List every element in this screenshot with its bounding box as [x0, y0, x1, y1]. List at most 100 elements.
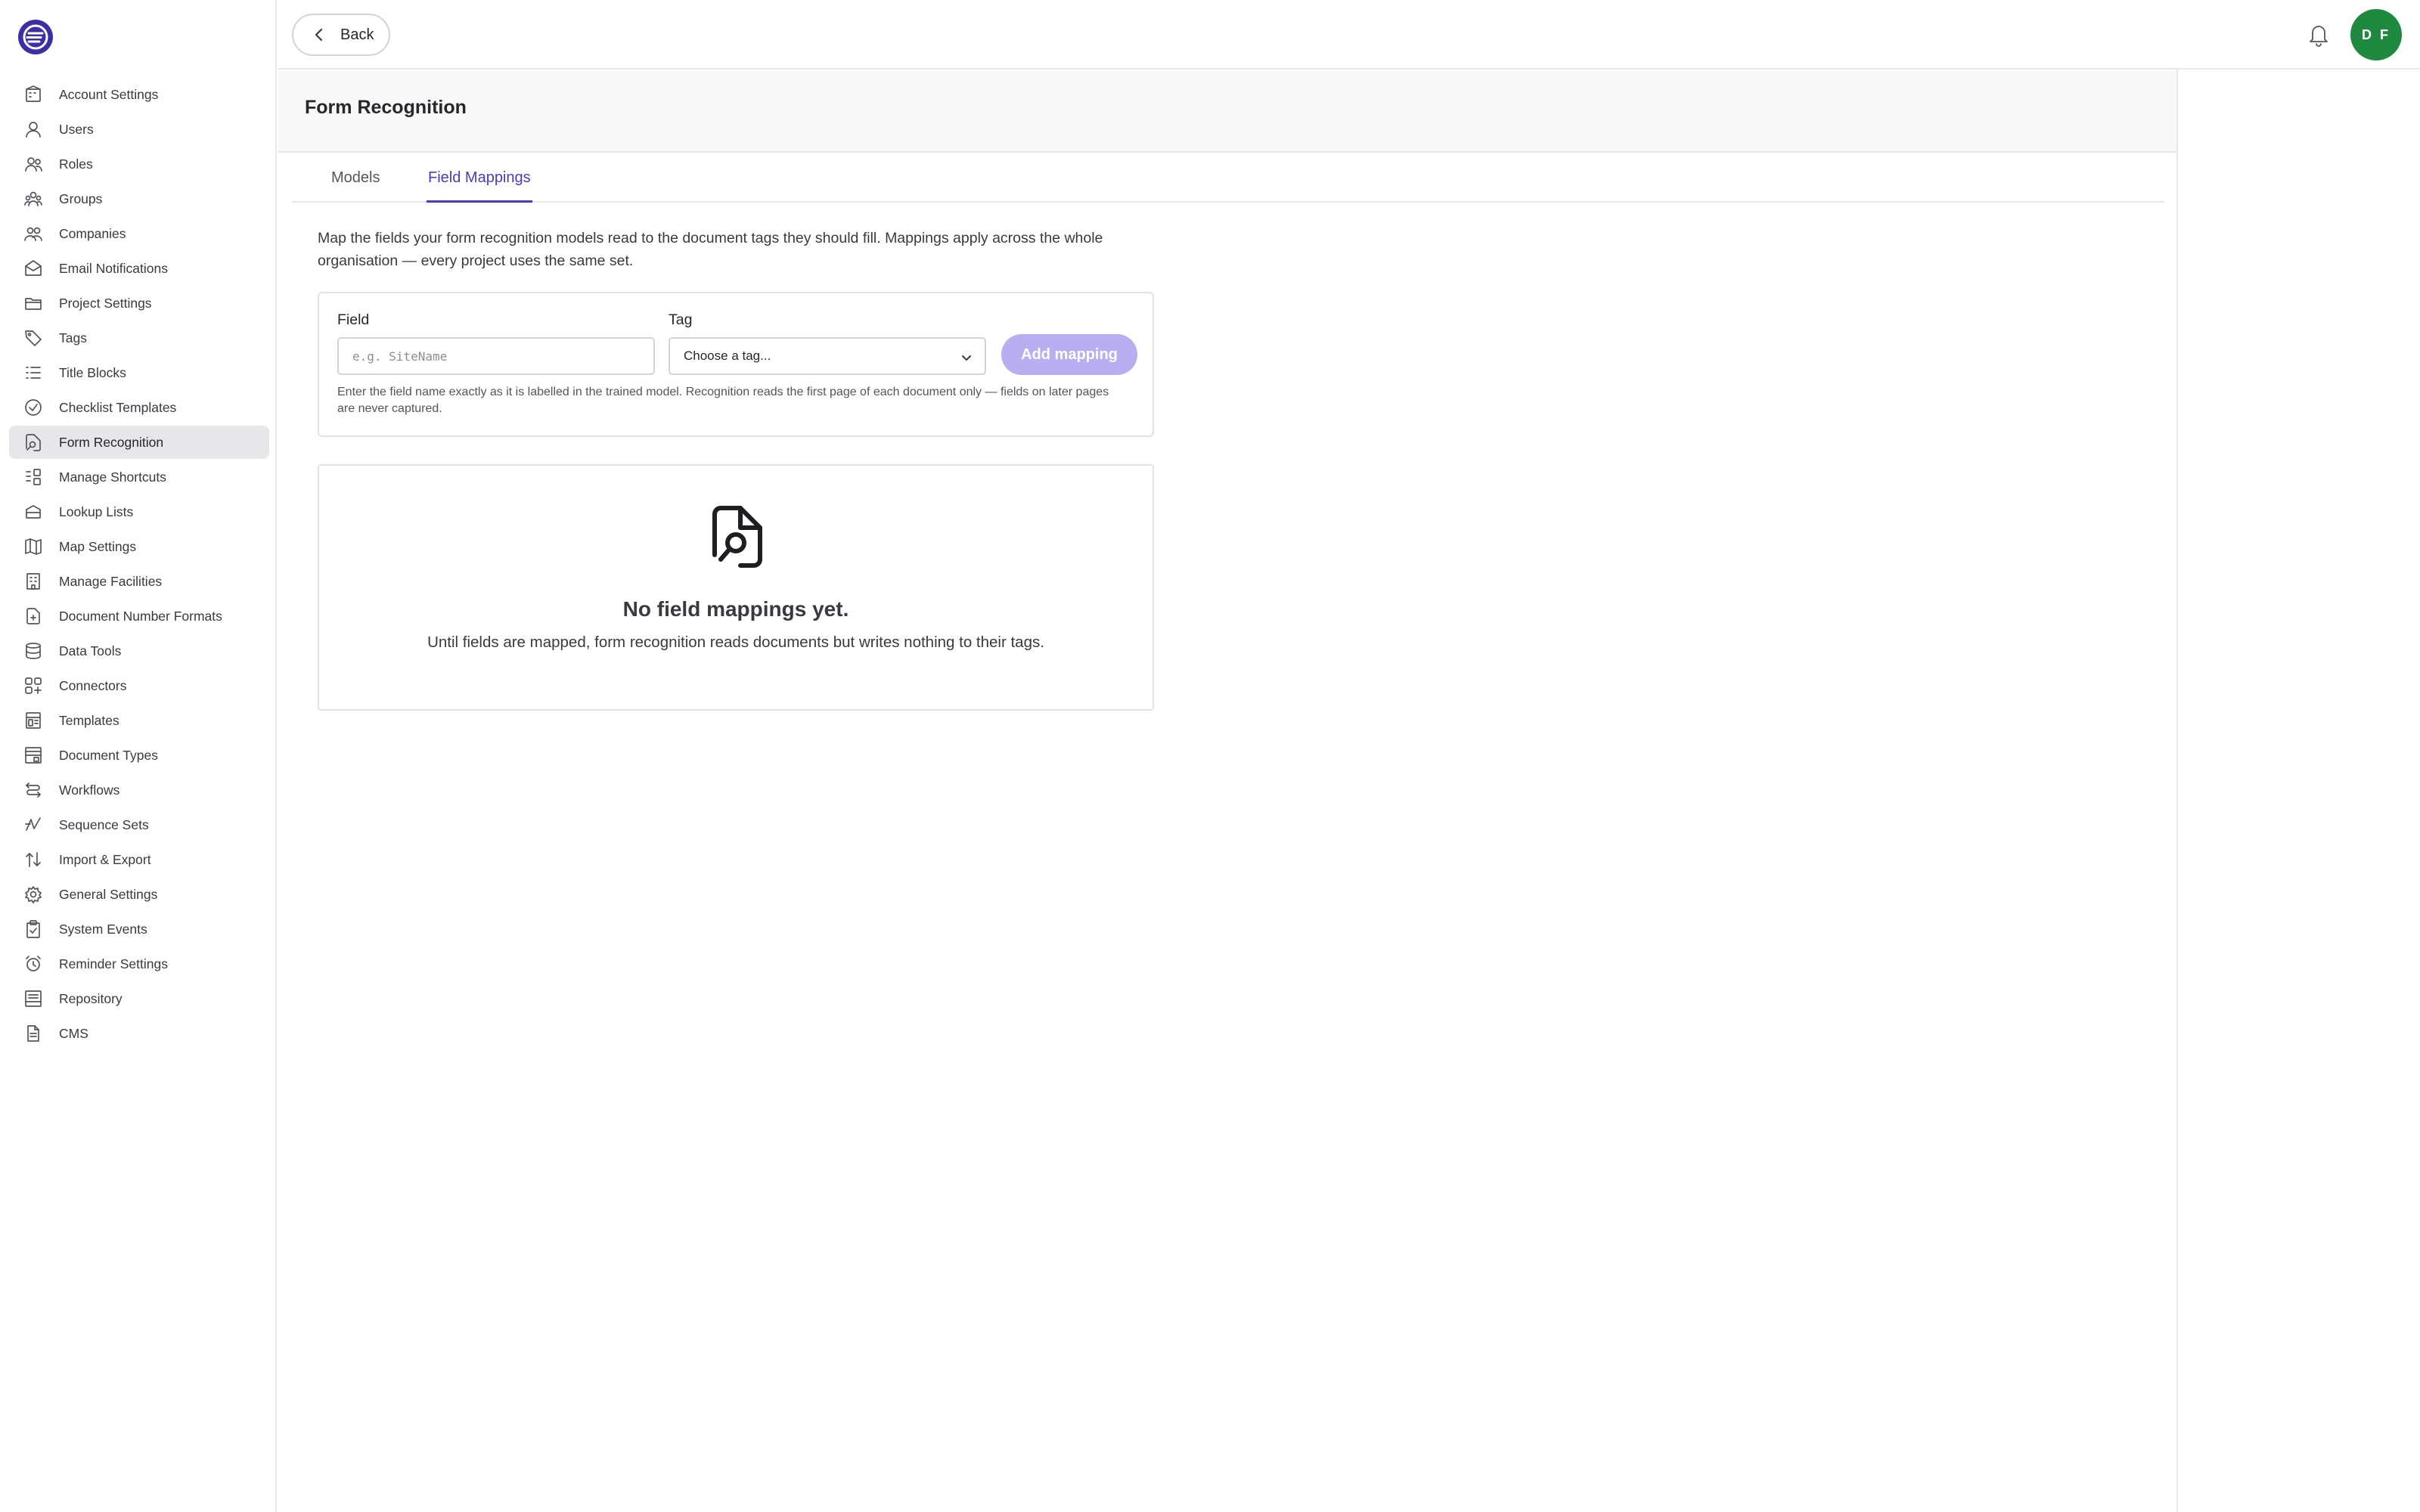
sidebar-item-account-settings[interactable]: Account Settings — [9, 78, 269, 111]
groups-icon — [23, 188, 44, 209]
sidebar-item-system-events[interactable]: System Events — [9, 912, 269, 946]
sidebar-item-label: Map Settings — [59, 538, 137, 554]
sidebar-item-email-notifications[interactable]: Email Notifications — [9, 252, 269, 285]
clipboard-check-icon — [23, 919, 44, 940]
sidebar-item-label: Roles — [59, 156, 93, 172]
form-hint: Enter the field name exactly as it is la… — [337, 386, 1109, 415]
sidebar-item-label: Document Number Formats — [59, 608, 222, 624]
sidebar-item-label: Manage Facilities — [59, 573, 163, 589]
stack-icon — [23, 501, 44, 522]
file-search-icon — [23, 432, 44, 453]
sidebar-item-label: Connectors — [59, 677, 127, 693]
file-search-icon — [710, 505, 765, 569]
sidebar-item-map-settings[interactable]: Map Settings — [9, 530, 269, 563]
top-bar: Back D F — [278, 0, 2420, 70]
tag-select[interactable]: Choose a tag... — [669, 337, 986, 375]
sidebar-item-connectors[interactable]: Connectors — [9, 669, 269, 702]
sidebar-item-label: Groups — [59, 191, 103, 206]
repository-icon — [23, 988, 44, 1009]
template-icon — [23, 710, 44, 731]
right-panel — [2176, 70, 2420, 1512]
sidebar-item-general-settings[interactable]: General Settings — [9, 878, 269, 911]
sidebar-item-workflows[interactable]: Workflows — [9, 773, 269, 807]
empty-state-title: No field mappings yet. — [622, 597, 849, 621]
sidebar-item-label: Workflows — [59, 782, 120, 798]
doc-types-icon — [23, 745, 44, 766]
sidebar-item-cms[interactable]: CMS — [9, 1017, 269, 1050]
chevron-left-icon — [315, 28, 323, 42]
sidebar-nav: Account Settings Users Roles Groups Companie… — [9, 78, 269, 1052]
sidebar-item-lookup-lists[interactable]: Lookup Lists — [9, 495, 269, 528]
tab-field-mappings[interactable]: Field Mappings — [427, 169, 532, 203]
gear-icon — [23, 884, 44, 905]
sidebar-item-label: Repository — [59, 990, 123, 1006]
empty-state: No field mappings yet. Until fields are … — [318, 464, 1154, 711]
sidebar-item-label: Data Tools — [59, 643, 122, 658]
facility-icon — [23, 571, 44, 592]
sidebar-item-label: Title Blocks — [59, 364, 126, 380]
sidebar-item-label: Tags — [59, 330, 87, 345]
map-icon — [23, 536, 44, 557]
sidebar-item-checklist-templates[interactable]: Checklist Templates — [9, 391, 269, 424]
sidebar-item-data-tools[interactable]: Data Tools — [9, 634, 269, 668]
sidebar-item-groups[interactable]: Groups — [9, 182, 269, 215]
sidebar-item-reminder-settings[interactable]: Reminder Settings — [9, 947, 269, 981]
avatar[interactable]: D F — [2350, 9, 2402, 60]
sidebar-item-companies[interactable]: Companies — [9, 217, 269, 250]
mapping-form: Field Tag Choose a tag... Add mapping En… — [318, 292, 1154, 437]
sidebar-item-project-settings[interactable]: Project Settings — [9, 287, 269, 320]
sidebar-item-repository[interactable]: Repository — [9, 982, 269, 1015]
user-icon — [23, 119, 44, 140]
tag-label: Tag — [669, 311, 693, 328]
workflow-icon — [23, 779, 44, 801]
sidebar-item-document-number-formats[interactable]: Document Number Formats — [9, 600, 269, 633]
page-header: Form Recognition — [278, 71, 2176, 153]
list-icon — [23, 362, 44, 383]
tag-select-value: Choose a tag... — [684, 349, 771, 363]
sidebar-item-manage-facilities[interactable]: Manage Facilities — [9, 565, 269, 598]
apps-icon — [23, 675, 44, 696]
companies-icon — [23, 223, 44, 244]
sidebar-item-sequence-sets[interactable]: Sequence Sets — [9, 808, 269, 841]
sidebar-item-document-types[interactable]: Document Types — [9, 739, 269, 772]
logo[interactable] — [18, 20, 53, 54]
sidebar-item-form-recognition[interactable]: Form Recognition — [9, 426, 269, 459]
sidebar-item-label: Users — [59, 121, 94, 137]
notifications-button[interactable] — [2307, 21, 2331, 47]
tag-icon — [23, 327, 44, 349]
sidebar-item-title-blocks[interactable]: Title Blocks — [9, 356, 269, 389]
sidebar-item-label: Import & Export — [59, 851, 151, 867]
sidebar-item-users[interactable]: Users — [9, 113, 269, 146]
logo-icon — [20, 21, 51, 53]
sidebar-item-templates[interactable]: Templates — [9, 704, 269, 737]
field-label: Field — [337, 311, 370, 328]
sidebar: Account Settings Users Roles Groups Companie… — [0, 0, 277, 1512]
sidebar-item-label: General Settings — [59, 886, 158, 902]
bell-icon — [2310, 26, 2328, 47]
shortcut-icon — [23, 466, 44, 488]
add-mapping-button[interactable]: Add mapping — [1001, 334, 1137, 375]
empty-state-text: Until fields are mapped, form recognitio… — [427, 634, 1044, 651]
sidebar-item-label: Email Notifications — [59, 260, 168, 276]
tab-bar: Models Field Mappings — [292, 154, 2164, 203]
import-export-icon — [23, 849, 44, 870]
sidebar-item-label: System Events — [59, 921, 147, 937]
page-description: Map the fields your form recognition mod… — [318, 230, 1103, 269]
back-button[interactable]: Back — [292, 14, 390, 56]
sidebar-item-manage-shortcuts[interactable]: Manage Shortcuts — [9, 460, 269, 494]
sidebar-item-label: CMS — [59, 1025, 88, 1041]
sidebar-item-roles[interactable]: Roles — [9, 147, 269, 181]
sidebar-item-label: Lookup Lists — [59, 503, 134, 519]
sidebar-item-label: Document Types — [59, 747, 158, 763]
tab-models[interactable]: Models — [330, 169, 381, 203]
database-icon — [23, 640, 44, 662]
sidebar-item-label: Project Settings — [59, 295, 152, 311]
building-icon — [23, 84, 44, 105]
field-name-input[interactable] — [337, 337, 655, 375]
sidebar-item-label: Form Recognition — [59, 434, 164, 450]
sidebar-item-label: Sequence Sets — [59, 816, 149, 832]
folder-icon — [23, 293, 44, 314]
sidebar-item-tags[interactable]: Tags — [9, 321, 269, 355]
document-icon — [23, 1023, 44, 1044]
sidebar-item-import-and-export[interactable]: Import & Export — [9, 843, 269, 876]
